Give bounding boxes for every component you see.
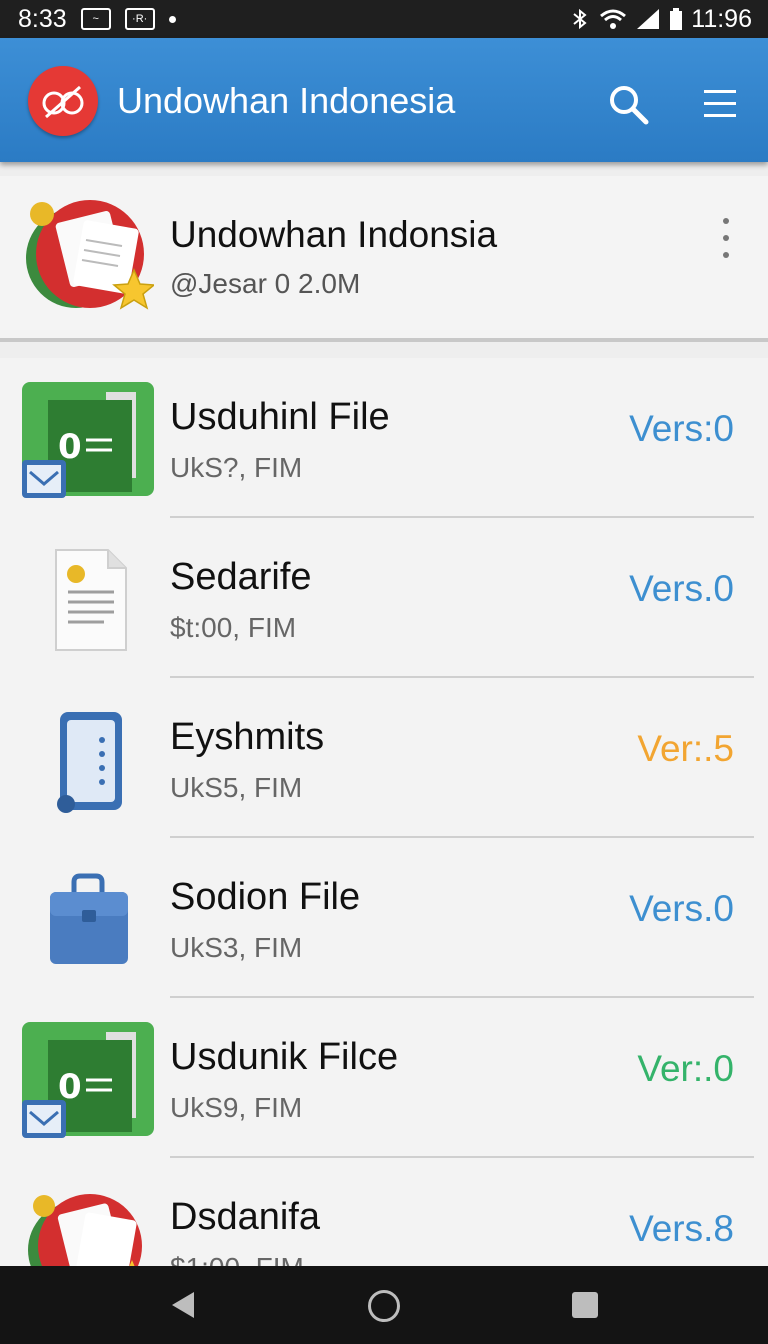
file-title: Eyshmits: [170, 716, 325, 758]
app-title: Undowhan Indonesia: [117, 80, 456, 121]
list-item[interactable]: Sedarife $t:00, FIM Vers.0: [0, 518, 768, 678]
profile-card[interactable]: Undowhan Indonsia @Jesar 0 2.0M: [0, 176, 768, 342]
list-item[interactable]: Eyshmits UkS5, FIM Ver:.5: [0, 678, 768, 838]
spreadsheet-icon: 0: [22, 382, 154, 498]
file-version: Vers:0: [629, 408, 734, 449]
menu-icon[interactable]: [700, 86, 740, 122]
notification-icon-2: ·R·: [124, 8, 155, 30]
status-time-left: 8:33: [18, 4, 67, 33]
file-title: Dsdanifa: [170, 1196, 320, 1238]
briefcase-icon: [50, 873, 128, 964]
file-version: Ver:.0: [637, 1048, 734, 1089]
list-item[interactable]: Dsdanifa $1:00, FIM Vers.8: [0, 1158, 768, 1266]
file-version: Ver:.5: [637, 728, 734, 769]
file-list: 0 Usduhinl File UkS?, FIM Vers:0 Sedarif…: [0, 358, 768, 1266]
app-badge-icon: [28, 1194, 142, 1266]
notification-icon: ~: [80, 8, 111, 30]
file-version: Vers.0: [629, 888, 734, 929]
file-subtitle: $1:00, FIM: [170, 1252, 304, 1266]
list-item[interactable]: 0 Usduhinl File UkS?, FIM Vers:0: [0, 358, 768, 518]
battery-icon: [670, 8, 683, 30]
file-title: Sodion File: [170, 876, 361, 918]
back-icon[interactable]: [170, 1290, 196, 1320]
clipboard-icon: [57, 712, 122, 813]
list-item[interactable]: 0 Usdunik Filce UkS9, FIM Ver:.0: [0, 998, 768, 1158]
notification-dot-icon: [168, 15, 176, 23]
file-subtitle: UkS?, FIM: [170, 452, 303, 483]
app-logo-icon[interactable]: [28, 66, 98, 136]
document-icon: [55, 549, 127, 651]
file-version: Vers.0: [629, 568, 734, 609]
wifi-icon: [600, 9, 627, 29]
recent-apps-icon[interactable]: [572, 1292, 598, 1318]
bluetooth-icon: [573, 8, 587, 30]
profile-name: Undowhan Indonsia: [170, 214, 498, 255]
search-icon[interactable]: [606, 82, 650, 126]
file-title: Sedarife: [170, 556, 312, 598]
app-bar: Undowhan Indonesia: [0, 38, 768, 162]
status-time-right: 11:96: [691, 4, 752, 33]
navigation-bar: [0, 1266, 768, 1344]
list-item[interactable]: Sodion File UkS3, FIM Vers.0: [0, 838, 768, 998]
profile-handle: @Jesar 0 2.0M: [170, 268, 361, 299]
app-badge-icon: [26, 200, 154, 310]
status-bar: 8:33 ~ ·R· 11:96: [0, 0, 768, 38]
file-version: Vers.8: [629, 1208, 734, 1249]
spreadsheet-icon: 0: [22, 1022, 154, 1138]
file-subtitle: UkS9, FIM: [170, 1092, 303, 1123]
home-icon[interactable]: [368, 1290, 400, 1322]
more-options-icon[interactable]: [712, 218, 740, 258]
file-title: Usduhinl File: [170, 396, 390, 438]
file-subtitle: UkS5, FIM: [170, 772, 303, 803]
file-subtitle: UkS3, FIM: [170, 932, 303, 963]
file-title: Usdunik Filce: [170, 1036, 399, 1078]
signal-icon: [637, 9, 660, 29]
file-subtitle: $t:00, FIM: [170, 612, 297, 643]
